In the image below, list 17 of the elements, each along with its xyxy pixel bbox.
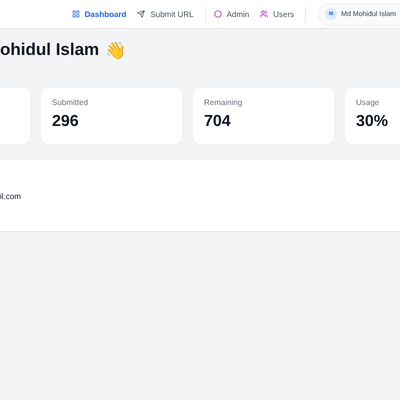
users-icon — [260, 10, 268, 18]
stat-label: Submitted — [52, 98, 90, 107]
wave-emoji: 👋 — [105, 40, 126, 60]
stat-label: Usage — [356, 98, 380, 107]
greeting-title: ohidul Islam — [0, 40, 100, 60]
send-icon — [137, 10, 146, 18]
nav-link[interactable]: Admin — [214, 10, 250, 18]
nav-link[interactable]: Users — [260, 10, 294, 18]
stat-value: 30% — [356, 113, 390, 131]
stat-value: 704 — [204, 113, 232, 131]
nav-link[interactable]: Submit URL — [137, 10, 194, 18]
nav-link[interactable]: Dashboard — [72, 10, 126, 18]
grid-icon — [72, 10, 80, 18]
email-text: il.com — [0, 192, 21, 201]
stat-value: 296 — [52, 113, 80, 131]
hexagon-icon — [214, 10, 222, 18]
stat-label: Remaining — [204, 98, 244, 107]
